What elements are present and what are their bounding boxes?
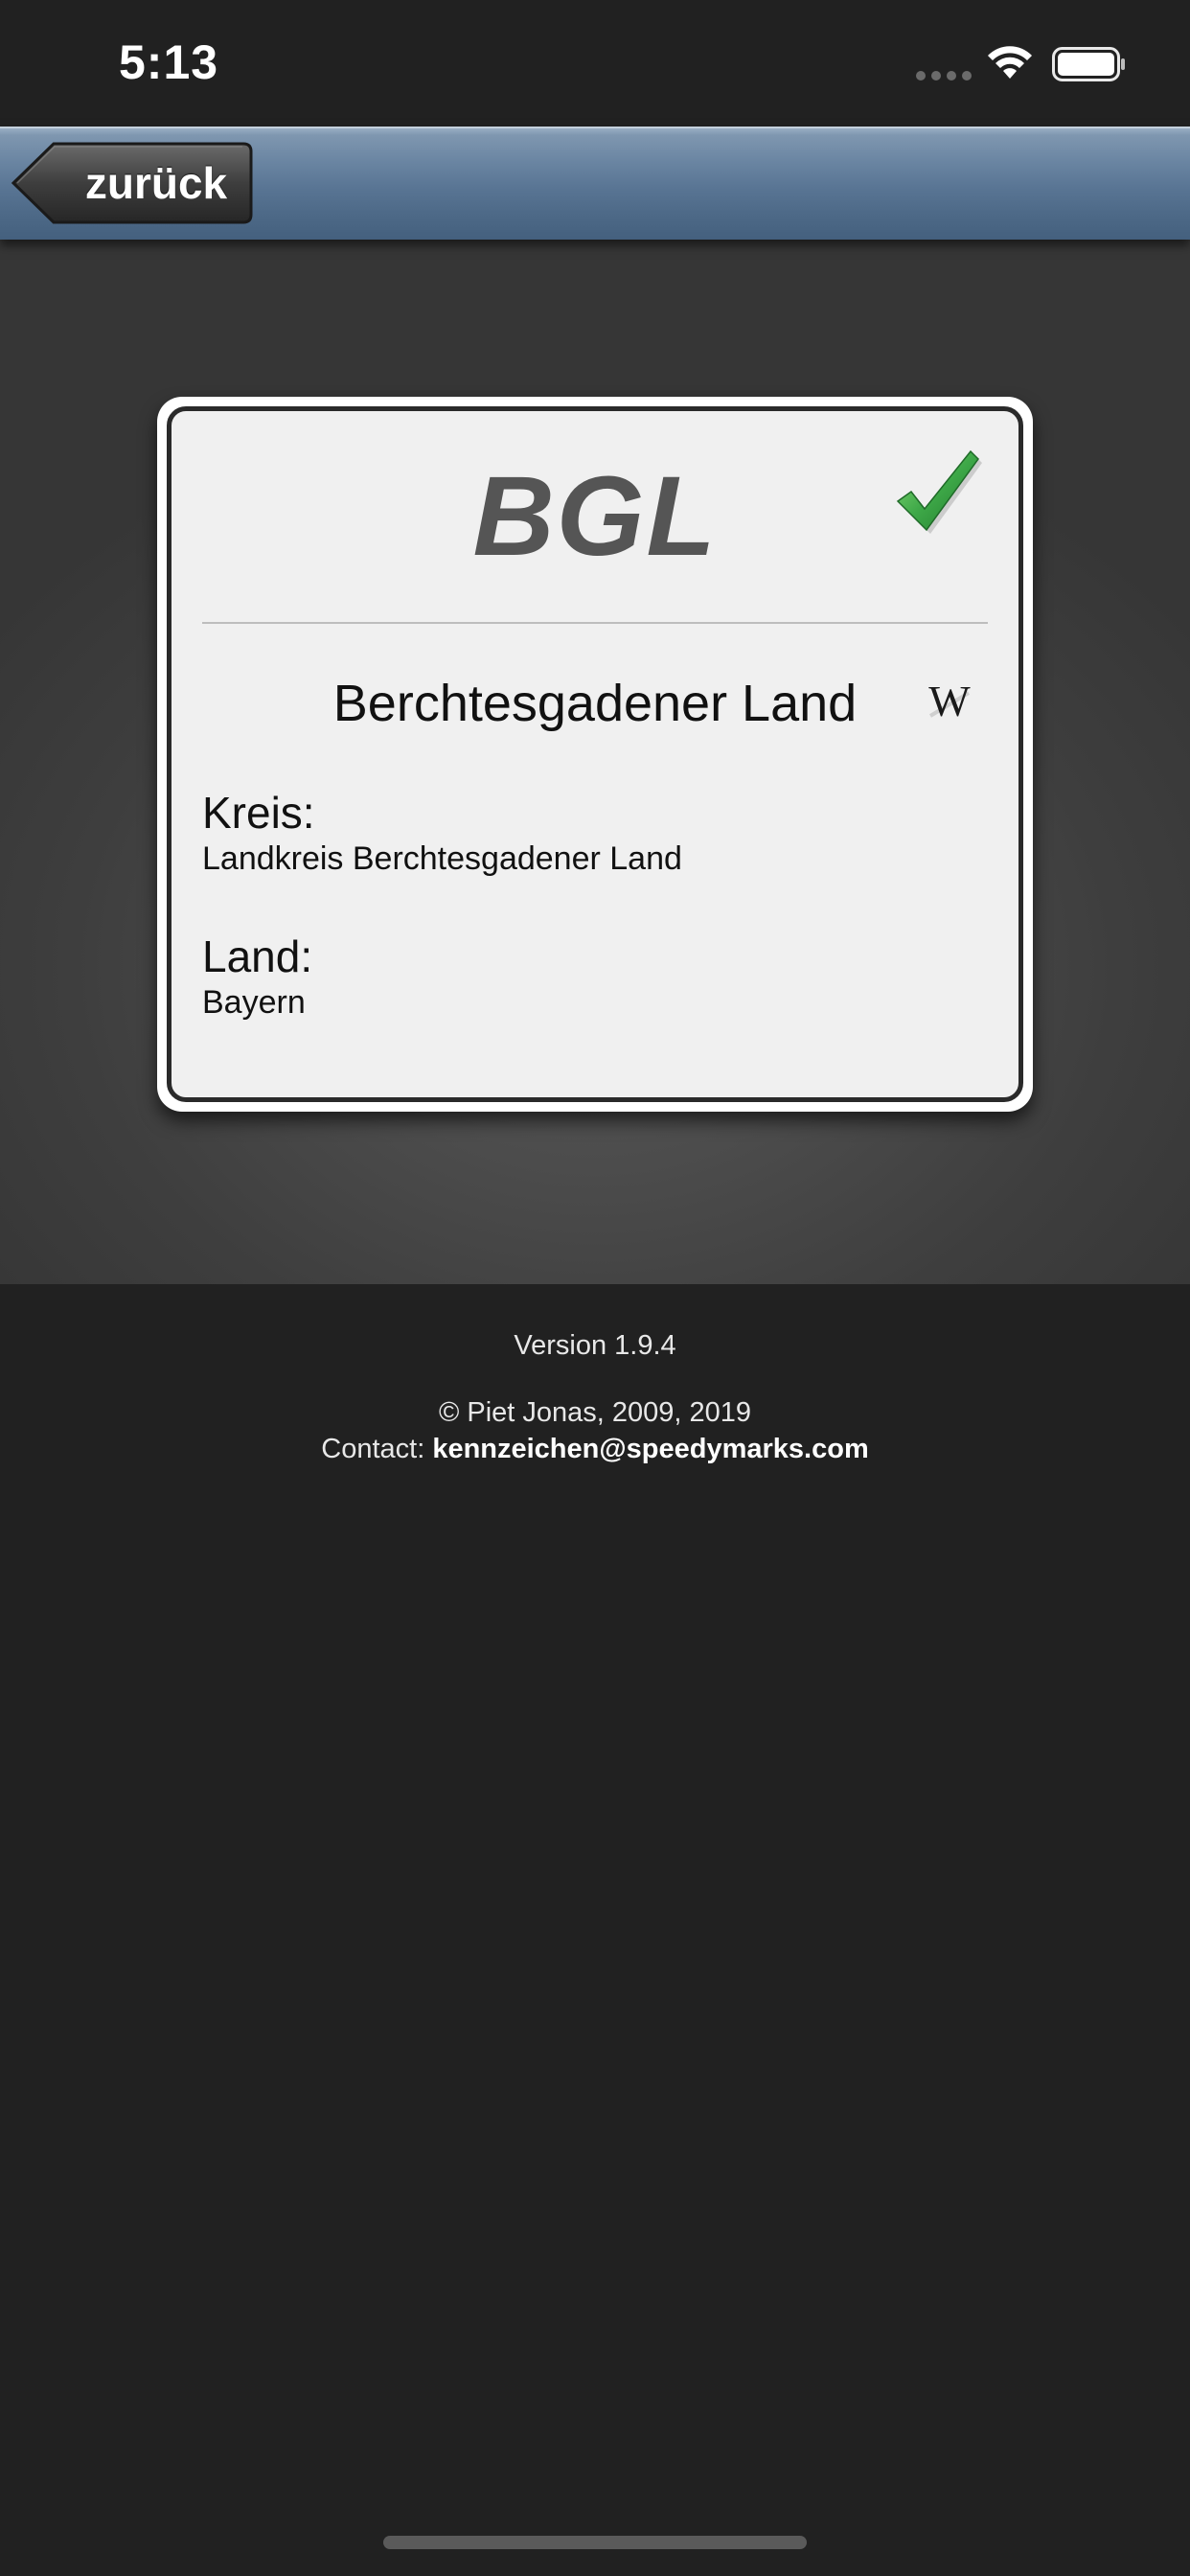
checkmark-icon [896,449,982,534]
license-plate-card: BGL Berchtesgadener Land W Kreis: Landkr… [157,397,1033,1112]
kreis-value: Landkreis Berchtesgadener Land [202,840,682,877]
copyright-text: © Piet Jonas, 2009, 2019 [438,1397,752,1428]
svg-text:W: W [928,678,971,725]
wifi-icon [988,46,1032,79]
status-time: 5:13 [119,35,219,89]
nav-bar: zurück [0,126,1190,240]
wikipedia-icon[interactable]: W [921,678,978,731]
region-name: Berchtesgadener Land [332,675,858,732]
home-indicator[interactable] [383,2536,807,2549]
divider [202,622,988,624]
back-button-label: zurück [84,158,228,208]
land-label: Land: [202,932,313,981]
battery-icon [1052,47,1125,81]
land-value: Bayern [202,984,306,1021]
license-plate: BGL Berchtesgadener Land W Kreis: Landkr… [167,406,1023,1102]
back-button[interactable]: zurück [10,140,255,226]
kreis-label: Kreis: [202,788,315,838]
content-area: BGL Berchtesgadener Land W Kreis: Landkr… [0,238,1190,1284]
contact-label: Contact: [321,1434,433,1464]
contact-email-link[interactable]: kennzeichen@speedymarks.com [432,1434,868,1464]
screen: 5:13 zurück BGL Berchtesgadener Land W K… [0,0,1190,2576]
version-text: Version 1.9.4 [514,1330,676,1361]
status-bar: 5:13 [0,0,1190,126]
contact-line: Contact: kennzeichen@speedymarks.com [0,1434,1190,1465]
cellular-signal-icon [916,71,972,80]
